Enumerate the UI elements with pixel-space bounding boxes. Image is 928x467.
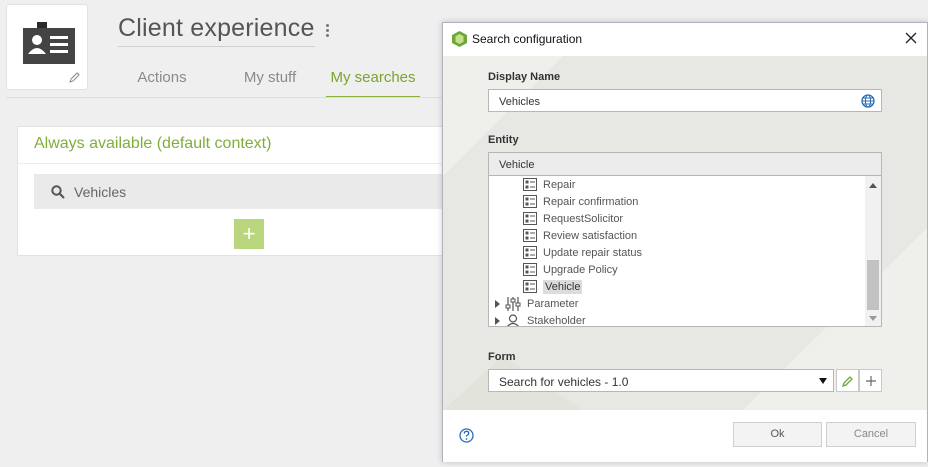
tree-item[interactable]: Upgrade Policy (523, 261, 618, 278)
help-icon[interactable] (459, 428, 474, 443)
expand-arrow-icon[interactable] (495, 299, 500, 308)
dialog-footer: Ok Cancel (443, 410, 927, 462)
display-name-input[interactable]: Vehicles (488, 89, 882, 112)
form-select-value: Search for vehicles - 1.0 (499, 375, 629, 389)
tree-group-stakeholder[interactable]: Stakeholder (495, 312, 586, 326)
tab-bar: Actions My stuff My searches (110, 62, 420, 98)
more-options-icon[interactable] (320, 22, 334, 42)
tab-my-stuff[interactable]: My stuff (214, 62, 326, 98)
form-icon (523, 263, 537, 276)
form-icon (523, 229, 537, 242)
tree-item[interactable]: Repair (523, 176, 575, 193)
app-logo-icon (452, 31, 467, 47)
form-icon (523, 246, 537, 259)
entity-tree[interactable]: Repair Repair confirmation RequestSolici… (488, 176, 882, 327)
tree-item[interactable]: RequestSolicitor (523, 210, 623, 227)
scroll-down-arrow-icon[interactable] (869, 316, 877, 321)
tree-item[interactable]: Review satisfaction (523, 227, 637, 244)
searches-panel: Always available (default context) Vehic… (17, 126, 448, 256)
panel-title: Always available (default context) (34, 135, 272, 152)
edit-form-button[interactable] (836, 369, 859, 392)
form-icon (523, 280, 537, 293)
scrollbar-thumb[interactable] (867, 260, 879, 310)
dropdown-arrow-icon (819, 378, 827, 384)
search-configuration-dialog: Search configuration Display Name Vehicl… (442, 22, 928, 462)
dialog-header: Search configuration (443, 23, 927, 56)
avatar[interactable] (6, 4, 88, 90)
tree-item[interactable]: Update repair status (523, 244, 642, 261)
form-icon (523, 195, 537, 208)
add-search-button[interactable]: + (234, 219, 264, 249)
search-icon (51, 184, 65, 199)
form-label: Form (488, 351, 516, 363)
tree-group-parameter[interactable]: Parameter (495, 295, 578, 312)
form-icon (523, 212, 537, 225)
entity-label: Entity (488, 134, 519, 146)
entity-field[interactable]: Vehicle (488, 152, 882, 176)
tree-scrollbar[interactable] (865, 176, 881, 326)
pencil-icon (841, 376, 853, 388)
display-name-label: Display Name (488, 71, 561, 83)
person-icon (506, 313, 520, 326)
display-name-value: Vehicles (499, 96, 540, 108)
scroll-up-arrow-icon[interactable] (869, 183, 877, 188)
search-item-label: Vehicles (74, 183, 127, 200)
close-icon[interactable] (903, 30, 919, 46)
divider (6, 97, 442, 98)
tree-item[interactable]: Repair confirmation (523, 193, 638, 210)
search-item[interactable]: Vehicles (34, 174, 448, 209)
globe-icon[interactable] (861, 94, 875, 108)
divider (18, 163, 446, 164)
contact-card-icon (23, 22, 75, 64)
cancel-button[interactable]: Cancel (826, 422, 916, 447)
add-form-button[interactable] (859, 369, 882, 392)
expand-arrow-icon[interactable] (495, 316, 500, 325)
plus-icon (865, 376, 876, 386)
tab-my-searches[interactable]: My searches (326, 62, 420, 98)
dialog-body: Display Name Vehicles Entity Vehicle Rep… (443, 56, 927, 410)
form-select[interactable]: Search for vehicles - 1.0 (488, 369, 834, 392)
tree-item-selected[interactable]: Vehicle (523, 278, 583, 295)
tab-actions[interactable]: Actions (110, 62, 214, 98)
dialog-title: Search configuration (472, 32, 583, 46)
form-icon (523, 178, 537, 191)
pencil-icon[interactable] (69, 72, 80, 83)
sliders-icon (505, 296, 521, 311)
page-title: Client experience (118, 14, 315, 47)
ok-button[interactable]: Ok (733, 422, 822, 447)
